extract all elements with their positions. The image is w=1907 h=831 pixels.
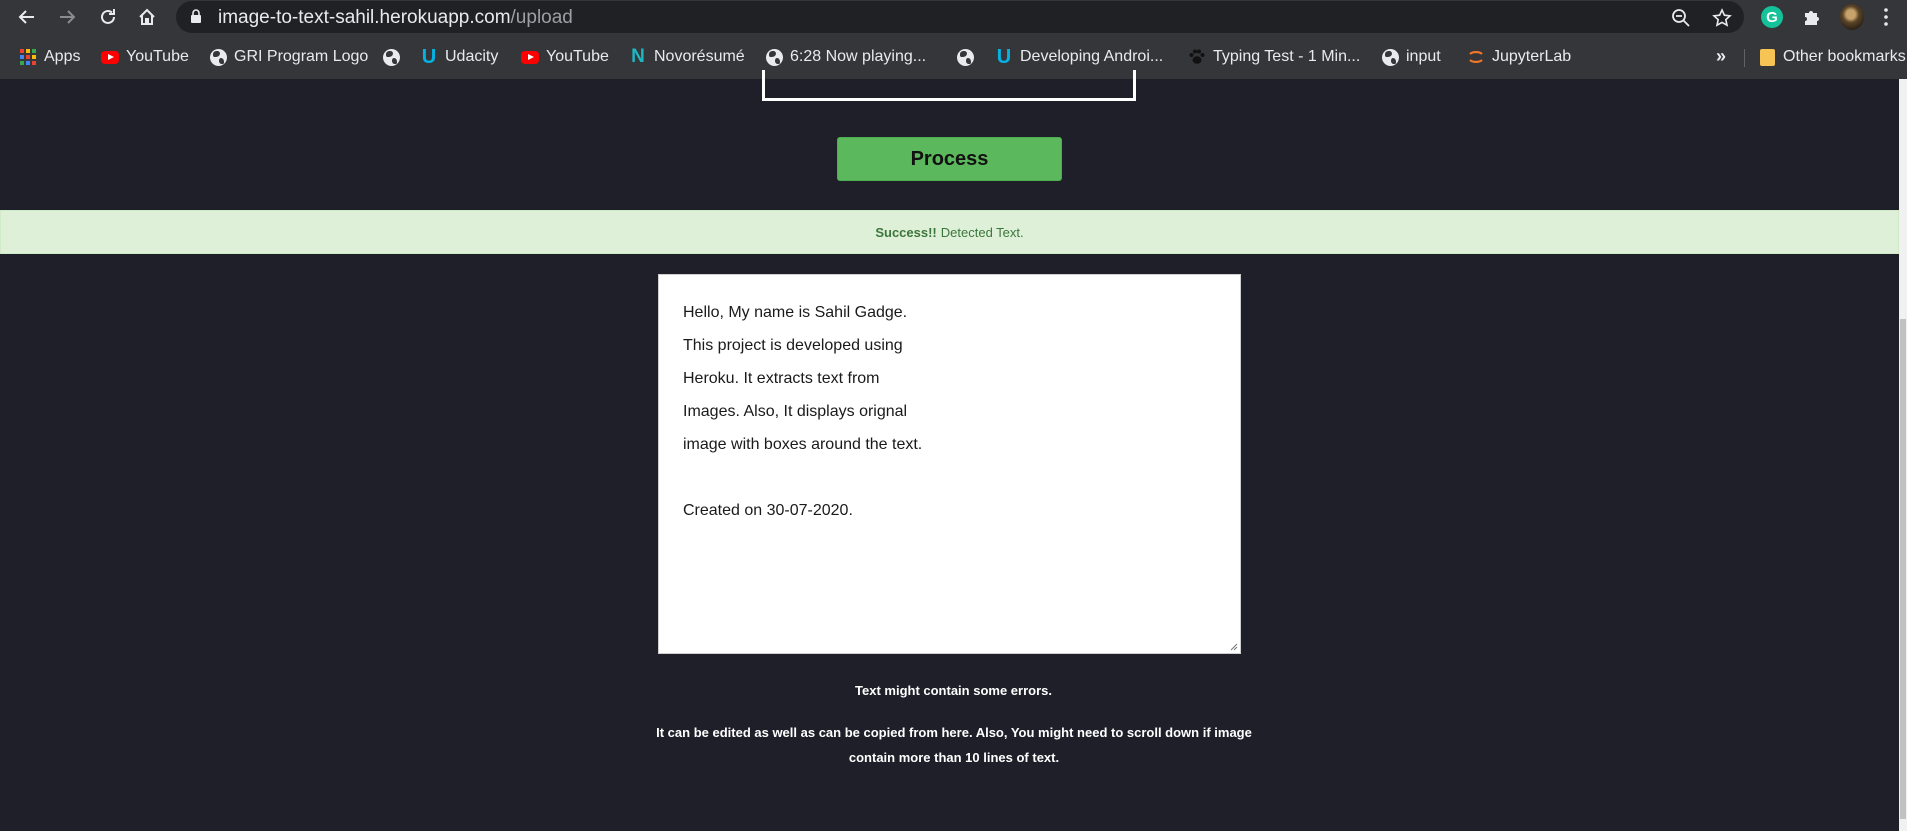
- detected-text-area[interactable]: Hello, My name is Sahil Gadge. This proj…: [658, 274, 1241, 654]
- text-line: This project is developed using: [683, 337, 903, 354]
- text-line: Hello, My name is Sahil Gadge.: [683, 304, 908, 321]
- bookmark-label: GRI Program Logo: [234, 48, 369, 65]
- bookmark-gri-program-logo[interactable]: GRI Program Logo: [209, 47, 368, 67]
- avatar: [1840, 4, 1864, 30]
- youtube-icon: [101, 48, 119, 66]
- menu-dots-icon[interactable]: [1884, 7, 1888, 27]
- scrollbar-thumb[interactable]: [1900, 319, 1906, 819]
- text-line: image with boxes around the text.: [683, 436, 923, 453]
- bookmark-label: Apps: [44, 48, 81, 65]
- home-button[interactable]: [133, 3, 161, 31]
- bookmark-label: YouTube: [546, 48, 609, 65]
- bookmark-label: JupyterLab: [1492, 48, 1572, 65]
- zoom-out-icon: [1672, 9, 1690, 27]
- apps-grid-icon: [19, 48, 37, 66]
- url-host: image-to-text-sahil.herokuapp.com: [218, 7, 511, 28]
- text-line: Created on 30-07-2020.: [683, 502, 853, 519]
- bookmarks-separator: [1744, 49, 1745, 67]
- bookmark-jupyterlab[interactable]: JupyterLab: [1467, 47, 1571, 67]
- alert-text: Detected Text.: [940, 224, 1024, 240]
- url-text: image-to-text-sahil.herokuapp.com/upload: [218, 7, 573, 29]
- globe-icon: [765, 48, 783, 66]
- bookmark-youtube[interactable]: YouTube: [101, 47, 189, 67]
- puzzle-icon: [1805, 11, 1819, 25]
- jupyter-icon: [1467, 48, 1485, 66]
- bookmark-typing-test[interactable]: Typing Test - 1 Min...: [1188, 47, 1360, 67]
- bookmark-developing-android[interactable]: U Developing Androi...: [995, 47, 1163, 67]
- bookmark-input[interactable]: input: [1381, 47, 1441, 67]
- back-button[interactable]: [13, 3, 41, 31]
- arrow-right-icon: [60, 10, 76, 24]
- udacity-icon: U: [421, 46, 437, 68]
- address-bar[interactable]: image-to-text-sahil.herokuapp.com/upload: [176, 1, 1744, 33]
- grammarly-extension[interactable]: G: [1760, 5, 1784, 29]
- extensions-button[interactable]: [1800, 5, 1824, 29]
- zoom-button[interactable]: [1670, 7, 1692, 29]
- edit-note: It can be edited as well as can be copie…: [656, 725, 1252, 765]
- error-note: Text might contain some errors.: [855, 683, 1052, 698]
- bookmark-label: Other bookmarks: [1783, 48, 1906, 65]
- grammarly-icon: G: [1761, 6, 1783, 28]
- reload-icon: [101, 9, 115, 24]
- text-line: [683, 461, 1216, 494]
- alert-strong: Success!!: [875, 224, 937, 240]
- resize-handle-icon[interactable]: [1228, 641, 1238, 651]
- browser-toolbar: image-to-text-sahil.herokuapp.com/upload…: [0, 0, 1907, 34]
- forward-button[interactable]: [53, 3, 81, 31]
- star-icon: [1712, 8, 1732, 27]
- reload-button[interactable]: [94, 3, 122, 31]
- bookmark-label: Developing Androi...: [1020, 48, 1164, 65]
- success-alert: Success!! Detected Text.: [0, 210, 1899, 254]
- udacity-icon: U: [996, 46, 1012, 68]
- globe-icon: [382, 48, 400, 66]
- bookmark-udacity[interactable]: U Udacity: [420, 46, 499, 68]
- home-icon: [139, 8, 155, 25]
- bookmark-novoresume[interactable]: N Novorésumé: [629, 47, 745, 67]
- bookmark-now-playing[interactable]: 6:28 Now playing...: [765, 47, 926, 67]
- bookmark-label: input: [1406, 48, 1441, 65]
- globe-icon: [209, 48, 227, 66]
- arrow-left-icon: [18, 10, 34, 24]
- bookmark-label: 6:28 Now playing...: [790, 48, 927, 65]
- other-bookmarks-folder[interactable]: Other bookmarks: [1758, 47, 1906, 67]
- bookmark-label: Novorésumé: [654, 48, 745, 65]
- url-path: /upload: [510, 7, 573, 28]
- globe-icon: [1381, 48, 1399, 66]
- globe-icon: [956, 48, 974, 66]
- bookmark-untitled-2[interactable]: [956, 47, 974, 67]
- image-preview-box: [762, 70, 1136, 101]
- bookmark-label: Typing Test - 1 Min...: [1213, 48, 1361, 65]
- browser-chrome: image-to-text-sahil.herokuapp.com/upload…: [0, 0, 1907, 79]
- bookmark-label: Udacity: [445, 48, 499, 65]
- folder-icon: [1758, 48, 1776, 66]
- bookmark-apps[interactable]: Apps: [19, 47, 80, 67]
- lock-icon: [191, 9, 201, 23]
- bookmark-star-button[interactable]: [1711, 7, 1733, 29]
- process-button[interactable]: Process: [837, 137, 1062, 181]
- novoresume-icon: N: [631, 46, 645, 67]
- page-scrollbar[interactable]: [1899, 79, 1907, 831]
- text-line: Images. Also, It displays orignal: [683, 403, 908, 420]
- more-bookmarks-button[interactable]: »: [1716, 46, 1726, 67]
- youtube-icon: [521, 48, 539, 66]
- profile-button[interactable]: [1840, 4, 1864, 30]
- bookmark-label: YouTube: [126, 48, 189, 65]
- paw-icon: [1188, 48, 1206, 66]
- text-line: Heroku. It extracts text from: [683, 370, 880, 387]
- bookmark-untitled[interactable]: [382, 47, 400, 67]
- bookmark-youtube-2[interactable]: YouTube: [521, 47, 609, 67]
